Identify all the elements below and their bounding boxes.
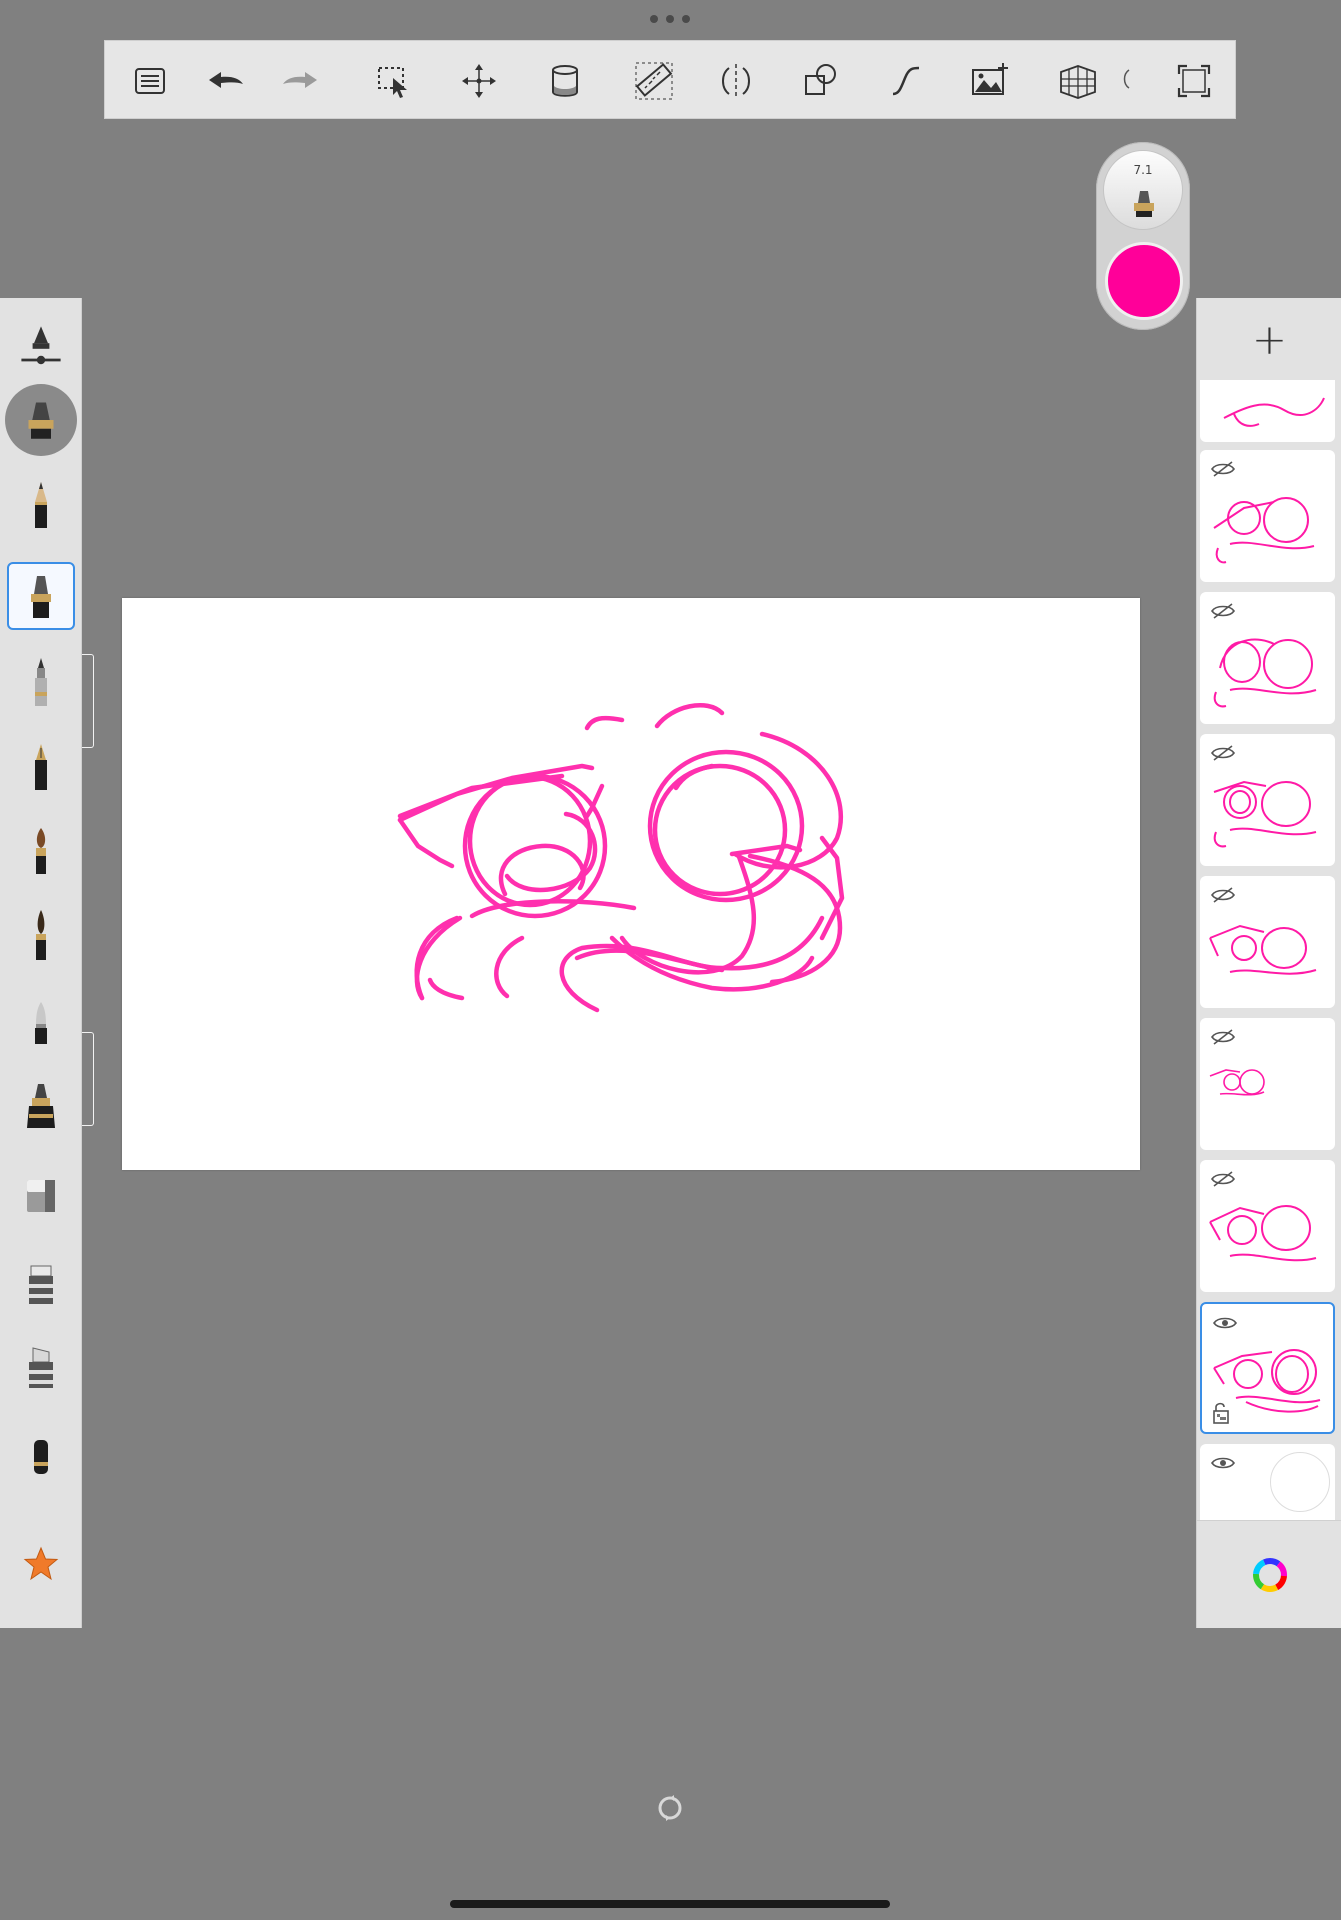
drawing-canvas[interactable] <box>122 598 1140 1170</box>
star-icon[interactable] <box>7 1530 75 1598</box>
more-options-handle[interactable] <box>650 12 690 26</box>
fullscreen-icon[interactable] <box>1169 56 1219 106</box>
layer-thumbnail <box>1223 397 1325 427</box>
home-indicator[interactable] <box>450 1900 890 1908</box>
layer-item[interactable] <box>1200 1160 1335 1292</box>
sketch-drawing <box>397 703 845 1013</box>
layer-item[interactable] <box>1200 380 1335 442</box>
undo-icon[interactable] <box>201 56 251 106</box>
layer-item[interactable] <box>1200 450 1335 582</box>
add-layer-button[interactable]: + <box>1197 298 1341 380</box>
layer-item[interactable] <box>1200 876 1335 1008</box>
ballpoint-pen-icon[interactable] <box>7 648 75 716</box>
pencil-icon[interactable] <box>7 472 75 540</box>
symmetry-icon[interactable] <box>711 56 761 106</box>
background-color-swatch[interactable] <box>1270 1452 1330 1512</box>
current-brush-icon[interactable] <box>5 384 77 456</box>
layer-thumbnail <box>1213 780 1317 848</box>
airbrush-icon[interactable] <box>7 990 75 1058</box>
ink-brush-icon[interactable] <box>7 902 75 970</box>
fill-icon[interactable] <box>540 56 590 106</box>
eye-icon[interactable] <box>1210 1454 1236 1472</box>
layer-thumbnail <box>1209 924 1317 975</box>
more-tools-icon[interactable] <box>1115 56 1135 106</box>
layer-thumbnail <box>1213 638 1317 708</box>
curve-icon[interactable] <box>881 56 931 106</box>
fountain-pen-icon[interactable] <box>7 734 75 802</box>
layers-list-icon[interactable] <box>125 56 175 106</box>
layer-item[interactable] <box>1200 1018 1335 1150</box>
color-puck[interactable] <box>1105 242 1183 320</box>
marker-icon <box>1134 191 1154 217</box>
brush-size-puck[interactable]: 7.1 <box>1103 150 1183 230</box>
redo-icon[interactable] <box>275 56 325 106</box>
brush-library-panel <box>0 298 82 1628</box>
eraser-icon[interactable] <box>7 1162 75 1230</box>
paintbrush-icon[interactable] <box>7 818 75 886</box>
brush-size-label: 7.1 <box>1133 163 1153 177</box>
color-wheel-icon[interactable] <box>1197 1520 1341 1628</box>
layer-thumbnail <box>1209 1205 1317 1262</box>
selection-icon[interactable] <box>369 56 419 106</box>
rotate-reset-icon[interactable] <box>654 1792 686 1824</box>
background-layer[interactable] <box>1200 1444 1335 1520</box>
smudge-icon[interactable] <box>7 1250 75 1318</box>
brush-puck[interactable]: 7.1 <box>1096 142 1190 330</box>
panel-divider-bottom <box>82 1032 94 1126</box>
layer-item[interactable] <box>1200 734 1335 866</box>
ruler-icon[interactable] <box>629 56 679 106</box>
brush-settings-icon[interactable] <box>7 312 75 380</box>
chisel-marker-icon[interactable] <box>7 1074 75 1142</box>
import-image-icon[interactable] <box>965 56 1015 106</box>
unlocked-icon[interactable] <box>1212 1400 1232 1426</box>
perspective-icon[interactable] <box>1053 56 1103 106</box>
layer-item-active[interactable] <box>1200 1302 1335 1434</box>
texture-brush-icon[interactable] <box>7 1334 75 1402</box>
marker-tool-icon[interactable] <box>7 562 75 630</box>
transform-icon[interactable] <box>454 56 504 106</box>
layers-list <box>1197 380 1341 1520</box>
layers-panel: + <box>1196 298 1341 1628</box>
soft-eraser-icon[interactable] <box>7 1422 75 1490</box>
shapes-icon[interactable] <box>796 56 846 106</box>
layer-thumbnail <box>1213 497 1315 564</box>
layer-item[interactable] <box>1200 592 1335 724</box>
panel-divider-top <box>82 654 94 748</box>
layer-thumbnail <box>1209 1069 1265 1096</box>
main-toolbar <box>104 40 1236 119</box>
